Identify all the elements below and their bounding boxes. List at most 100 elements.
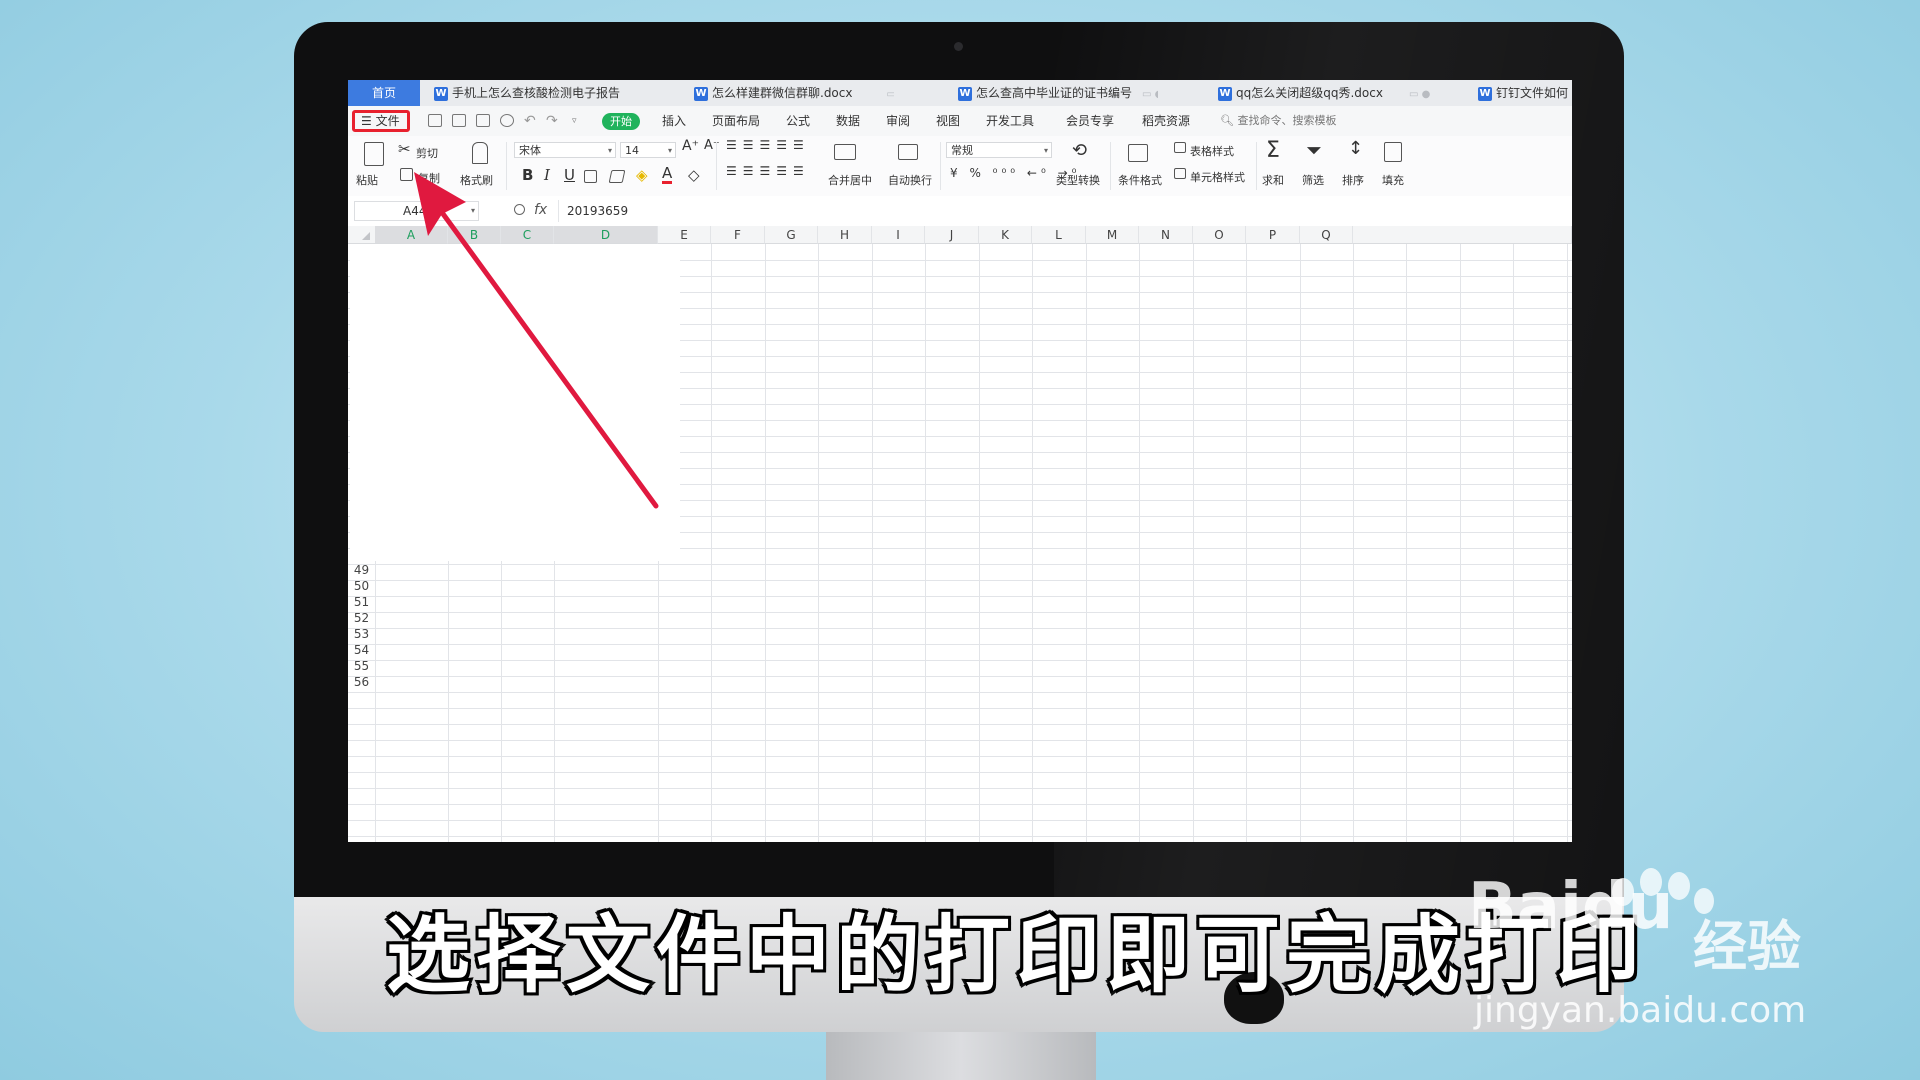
- cut-icon[interactable]: ✂: [398, 140, 411, 158]
- row-header[interactable]: 56: [348, 674, 375, 690]
- copy-icon[interactable]: [400, 168, 413, 181]
- save-icon[interactable]: [428, 114, 442, 127]
- chat-icon[interactable]: ▭ ●: [1142, 89, 1158, 100]
- font-size-select[interactable]: 14: [620, 142, 676, 159]
- column-header[interactable]: A: [375, 226, 448, 244]
- tab-start[interactable]: 开始: [602, 113, 640, 130]
- shrink-font-icon[interactable]: A⁻: [704, 138, 720, 153]
- tab-review[interactable]: 审阅: [886, 106, 910, 136]
- row-header[interactable]: 54: [348, 642, 375, 658]
- filter-button[interactable]: 筛选: [1302, 172, 1324, 188]
- tab-formulas[interactable]: 公式: [786, 106, 810, 136]
- column-header[interactable]: E: [658, 226, 711, 244]
- tab-docer[interactable]: 稻壳资源: [1142, 106, 1190, 136]
- column-header[interactable]: O: [1193, 226, 1246, 244]
- cut-button[interactable]: 剪切: [416, 145, 438, 161]
- shape-fill-icon[interactable]: [608, 170, 626, 183]
- align-top-icons[interactable]: ☰☰☰☰☰: [726, 138, 810, 152]
- row-header[interactable]: 49: [348, 562, 375, 578]
- chat-icon[interactable]: ▭ ●: [886, 89, 894, 100]
- merge-center-button[interactable]: 合并居中: [828, 172, 872, 188]
- font-color-icon[interactable]: A: [662, 166, 673, 184]
- column-header[interactable]: L: [1032, 226, 1086, 244]
- file-menu-button[interactable]: ☰ 文件: [352, 110, 410, 132]
- format-painter-icon[interactable]: [472, 142, 488, 164]
- align-left-icons[interactable]: ☰☰☰☰☰: [726, 164, 810, 178]
- zoom-icon[interactable]: [514, 204, 525, 215]
- tab-developer[interactable]: 开发工具: [986, 106, 1034, 136]
- wrap-text-button[interactable]: 自动换行: [888, 172, 932, 188]
- sort-button[interactable]: 排序: [1342, 172, 1364, 188]
- column-header[interactable]: Q: [1300, 226, 1353, 244]
- tab-data[interactable]: 数据: [836, 106, 860, 136]
- tab-home[interactable]: 首页: [348, 80, 420, 106]
- formula-input[interactable]: 20193659: [558, 200, 1572, 222]
- filter-icon[interactable]: ⏷: [1306, 138, 1322, 162]
- table-style-button[interactable]: 表格样式: [1190, 143, 1234, 159]
- column-header[interactable]: P: [1246, 226, 1300, 244]
- sum-icon[interactable]: Σ: [1266, 138, 1280, 163]
- sort-icon[interactable]: ↕: [1348, 138, 1363, 159]
- cell-style-button[interactable]: 单元格样式: [1190, 169, 1245, 185]
- row-header[interactable]: 50: [348, 578, 375, 594]
- fill-icon[interactable]: [1384, 142, 1402, 162]
- type-convert-button[interactable]: 类型转换: [1056, 172, 1100, 188]
- italic-button[interactable]: I: [544, 166, 550, 184]
- redo-icon[interactable]: ↷: [546, 106, 558, 136]
- column-header[interactable]: I: [872, 226, 925, 244]
- export-icon[interactable]: [452, 114, 466, 127]
- command-search[interactable]: 🔍︎ 查找命令、搜索模板: [1220, 106, 1336, 136]
- copy-button[interactable]: 复制: [418, 170, 440, 186]
- column-header[interactable]: D: [554, 226, 658, 244]
- column-header[interactable]: K: [979, 226, 1032, 244]
- type-convert-icon[interactable]: ⟲: [1072, 140, 1087, 161]
- row-header[interactable]: 55: [348, 658, 375, 674]
- paste-button[interactable]: 粘贴: [356, 172, 378, 188]
- column-header[interactable]: B: [448, 226, 501, 244]
- fx-button[interactable]: fx: [534, 202, 547, 218]
- sum-button[interactable]: 求和: [1262, 172, 1284, 188]
- column-header[interactable]: N: [1139, 226, 1193, 244]
- underline-button[interactable]: U: [564, 166, 575, 184]
- cell-style-icon[interactable]: [1174, 168, 1186, 179]
- row-header[interactable]: 51: [348, 594, 375, 610]
- conditional-format-button[interactable]: 条件格式: [1118, 172, 1162, 188]
- fill-button[interactable]: 填充: [1382, 172, 1404, 188]
- doc-tab[interactable]: W 钉钉文件如何: [1478, 80, 1572, 106]
- customize-chevron-icon[interactable]: ▿: [572, 106, 577, 136]
- bold-button[interactable]: B: [522, 166, 533, 184]
- doc-tab[interactable]: Wqq怎么关闭超级qq秀.docx ▭ ●: [1218, 80, 1438, 106]
- row-header[interactable]: 53: [348, 626, 375, 642]
- wrap-text-icon[interactable]: [898, 144, 918, 160]
- clear-format-icon[interactable]: ◇: [688, 166, 700, 184]
- tab-member[interactable]: 会员专享: [1066, 106, 1114, 136]
- spreadsheet-grid[interactable]: A B C D E F G H I J K L M N O P Q 49 50 …: [348, 226, 1572, 842]
- merge-center-icon[interactable]: [834, 144, 856, 160]
- column-header[interactable]: M: [1086, 226, 1139, 244]
- doc-tab[interactable]: W怎么查高中毕业证的证书编号▭ ●: [958, 80, 1158, 106]
- tab-view[interactable]: 视图: [936, 106, 960, 136]
- chat-icon[interactable]: ▭ ●: [1409, 89, 1430, 100]
- font-name-select[interactable]: 宋体: [514, 142, 616, 159]
- column-header[interactable]: G: [765, 226, 818, 244]
- select-all-corner[interactable]: [348, 226, 375, 244]
- tab-page-layout[interactable]: 页面布局: [712, 106, 760, 136]
- fill-color-icon[interactable]: ◈: [636, 166, 648, 184]
- column-header[interactable]: C: [501, 226, 554, 244]
- format-painter-button[interactable]: 格式刷: [460, 172, 493, 188]
- print-icon[interactable]: [476, 114, 490, 127]
- tab-insert[interactable]: 插入: [662, 106, 686, 136]
- doc-tab[interactable]: W怎么样建群微信群聊.docx▭ ●: [694, 80, 894, 106]
- print-preview-icon[interactable]: [500, 114, 514, 127]
- column-header[interactable]: H: [818, 226, 872, 244]
- border-icon[interactable]: [584, 170, 597, 183]
- row-header[interactable]: 52: [348, 610, 375, 626]
- grow-font-icon[interactable]: A⁺: [682, 138, 699, 154]
- doc-tab[interactable]: W手机上怎么查核酸检测电子报告▭: [434, 80, 624, 106]
- undo-icon[interactable]: ↶: [524, 106, 536, 136]
- column-header[interactable]: F: [711, 226, 765, 244]
- number-format-select[interactable]: 常规: [946, 142, 1052, 159]
- column-header[interactable]: J: [925, 226, 979, 244]
- conditional-format-icon[interactable]: [1128, 144, 1148, 162]
- table-style-icon[interactable]: [1174, 142, 1186, 153]
